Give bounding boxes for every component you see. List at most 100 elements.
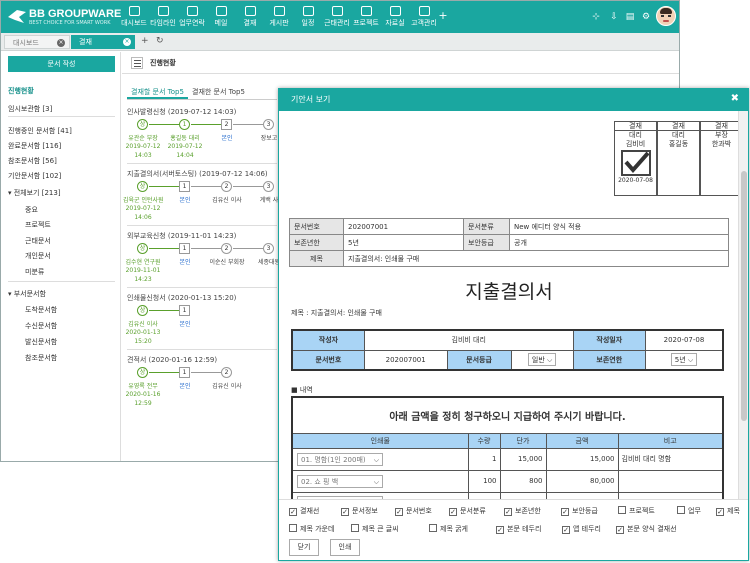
option-checkbox[interactable]: ✓ 보안등급	[561, 506, 598, 516]
nav-item-4[interactable]: 결재	[235, 4, 265, 32]
col-qty: 수량	[467, 432, 501, 449]
sidebar-item-8[interactable]: 프로젝트	[25, 220, 51, 230]
tab-approved[interactable]: 결재한 문서 Top5	[188, 85, 249, 99]
option-checkbox[interactable]: ✓ 문서번호	[395, 506, 432, 516]
option-checkbox[interactable]: ✓ 보존년한	[504, 506, 541, 516]
col-note: 비고	[617, 432, 724, 449]
close-tab-icon[interactable]: ×	[57, 39, 65, 47]
grade-select[interactable]: 일반 ⌵	[510, 349, 574, 371]
nav-item-1[interactable]: 타임라인	[148, 4, 178, 32]
nav-item-8[interactable]: 프로젝트	[351, 4, 381, 32]
close-button[interactable]: 닫기	[289, 539, 319, 556]
sidebar-item-14[interactable]: 수신문서함	[25, 321, 57, 331]
progress-item[interactable]: 인쇄물신청서 (2020-01-13 15:20) 상 김유신 이사 2020-01-…	[126, 293, 287, 353]
tab-dashboard[interactable]: 대시보드 ×	[4, 35, 70, 49]
option-checkbox[interactable]: ✓ 앱 테두리	[562, 524, 601, 534]
option-checkbox[interactable]: ✓ 결재선	[289, 506, 319, 516]
settings-icon[interactable]: ⚙	[641, 12, 651, 22]
step-date: 2019-07-12	[167, 143, 203, 150]
scrollbar-thumb[interactable]	[741, 171, 747, 421]
tab-approval[interactable]: 결재 ×	[71, 35, 135, 49]
keep-select[interactable]: 5년 ⌵	[644, 349, 724, 371]
option-checkbox[interactable]: ✓ 문서정보	[341, 506, 378, 516]
item-amount: 40,000	[545, 491, 619, 499]
print-icon[interactable]: ▤	[625, 12, 635, 22]
step-marker: 상	[137, 243, 148, 254]
sidebar-item-6[interactable]: ▾ 전체보기 [213]	[8, 188, 61, 198]
option-checkbox[interactable]: 제목 큰 글씨	[351, 524, 399, 534]
date-label: 작성일자	[572, 329, 646, 351]
sidebar-item-7[interactable]: 중요	[25, 205, 38, 215]
nav-item-2[interactable]: 업무연락	[177, 4, 207, 32]
sidebar-item-13[interactable]: 도착문서함	[25, 305, 57, 315]
tab-to-approve[interactable]: 결재할 문서 Top5	[127, 85, 188, 99]
approval-box: 결재 대리 김비비 2020-07-08	[614, 121, 657, 196]
nav-item-3[interactable]: 메일	[206, 4, 236, 32]
sidebar-item-15[interactable]: 발신문서함	[25, 337, 57, 347]
chevron-down-icon: ⌵	[687, 356, 694, 365]
sidebar-item-5[interactable]: 기안문서함 [102]	[8, 171, 61, 181]
window-tab-bar: 대시보드 × 결재 × + ↻	[1, 33, 679, 51]
sidebar-item-1[interactable]: 임시보관함 [3]	[8, 104, 52, 114]
add-menu-icon[interactable]: +	[438, 10, 448, 21]
app-logo[interactable]: BB GROUPWARE BEST CHOICE FOR SMART WORK	[7, 8, 121, 28]
download-icon[interactable]: ⇩	[609, 12, 619, 22]
print-button[interactable]: 인쇄	[330, 539, 360, 556]
menu-toggle-icon[interactable]	[131, 57, 143, 69]
item-select[interactable]: 01. 명함(1인 200매) ⌵	[297, 452, 383, 466]
chevron-down-icon: ⌵	[373, 477, 379, 486]
option-checkbox[interactable]: ✓ 본문 테두리	[496, 524, 541, 534]
nav-label: 프로젝트	[353, 19, 379, 27]
board-icon	[273, 6, 285, 16]
step-marker: 1	[179, 181, 190, 192]
user-avatar[interactable]	[656, 6, 676, 26]
nav-item-5[interactable]: 게시판	[264, 4, 294, 32]
sidebar-item-12[interactable]: ▾ 부서문서함	[8, 289, 46, 299]
option-checkbox[interactable]: ✓ 본문 양식 결재선	[616, 524, 677, 534]
step-time: 14:04	[176, 152, 194, 159]
sidebar-item-2[interactable]: 진행중인 문서함 [41]	[8, 126, 72, 136]
checked-icon: ✓	[562, 526, 570, 534]
step-marker: 2	[221, 119, 232, 130]
item-select-cell: 01. 명함(1인 200매) ⌵	[291, 447, 469, 471]
item-select[interactable]: 02. 쇼 핑 백 ⌵	[297, 474, 383, 488]
item-select-cell: 02. 쇼 핑 백 ⌵	[291, 469, 469, 493]
org-chart-icon[interactable]: ⊹	[591, 12, 601, 22]
nav-item-7[interactable]: 근태관리	[322, 4, 352, 32]
option-checkbox[interactable]: 프로젝트	[618, 506, 655, 516]
close-icon[interactable]: ✖	[731, 93, 739, 104]
sidebar-item-10[interactable]: 개인문서	[25, 251, 51, 261]
checked-icon: ✓	[289, 508, 297, 516]
new-tab-icon[interactable]: +	[141, 36, 149, 46]
option-checkbox[interactable]: 제목 굵게	[429, 524, 468, 534]
dialog-scrollbar[interactable]	[738, 111, 748, 499]
sidebar-item-9[interactable]: 근태문서	[25, 236, 51, 246]
progress-item[interactable]: 인사발령신청 (2019-07-12 14:03) 상 유관순 부장 2019-07-…	[126, 107, 287, 167]
expense-form-table: 작성자 김비비 대리 작성일자 2020-07-08 문서번호 20200700…	[291, 329, 724, 371]
step-name: 김유신 이사	[128, 321, 158, 328]
option-checkbox[interactable]: ✓ 제목	[716, 506, 740, 516]
sidebar-item-16[interactable]: 참조문서함	[25, 353, 57, 363]
progress-item[interactable]: 지출결의서(서버토스팅) (2019-07-12 14:06) 상 김육군 인턴사원…	[123, 169, 287, 229]
sidebar-item-0[interactable]: 진행현황	[8, 86, 34, 96]
progress-item[interactable]: 견적서 (2020-01-16 12:59) 상 유영록 전무 2020-01-16 1…	[126, 355, 287, 415]
sidebar-item-11[interactable]: 미분류	[25, 267, 44, 277]
nav-label: 타임라인	[150, 19, 176, 27]
progress-item[interactable]: 외부교육신청 (2019-11-01 14:23) 상 김수현 연구원 2019-11…	[125, 231, 287, 291]
nav-item-9[interactable]: 자료실	[380, 4, 410, 32]
nav-item-0[interactable]: 대시보드	[119, 4, 149, 32]
nav-item-6[interactable]: 일정	[293, 4, 323, 32]
write-document-button[interactable]: 문서 작성	[8, 56, 115, 72]
nav-label: 메일	[214, 19, 228, 27]
category-label: 문서분류	[463, 218, 510, 235]
option-checkbox[interactable]: 업무	[677, 506, 701, 516]
refresh-icon[interactable]: ↻	[156, 36, 164, 46]
option-checkbox[interactable]: 제목 가운데	[289, 524, 334, 534]
nav-item-10[interactable]: 고객관리	[409, 4, 439, 32]
sidebar-item-4[interactable]: 참조문서함 [56]	[8, 156, 57, 166]
sidebar-item-3[interactable]: 완료문서함 [116]	[8, 141, 61, 151]
date-value: 2020-07-08	[644, 329, 724, 351]
item-note	[617, 469, 724, 493]
option-checkbox[interactable]: ✓ 문서분류	[449, 506, 486, 516]
close-tab-icon[interactable]: ×	[123, 38, 131, 46]
